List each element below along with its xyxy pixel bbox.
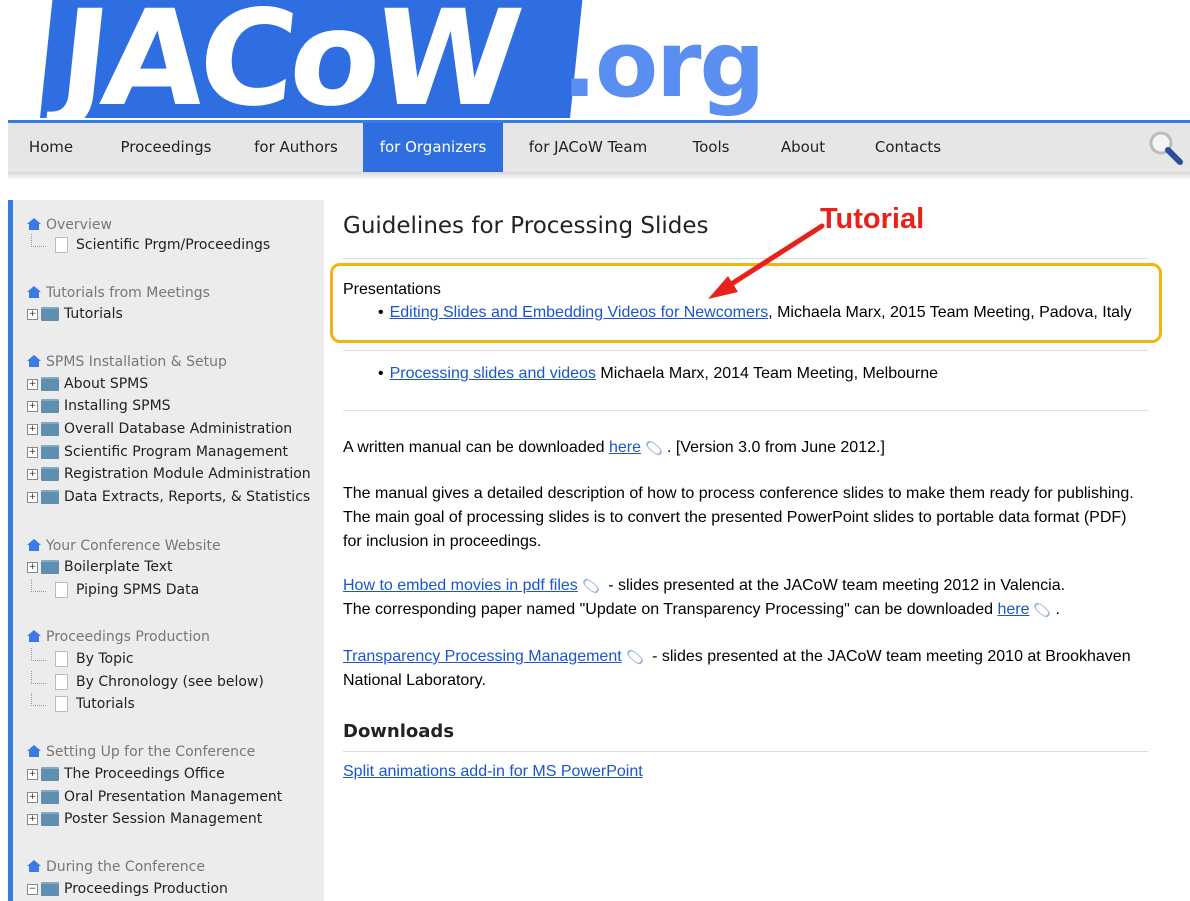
attachment-icon <box>581 576 601 595</box>
sidebar-item-scientific-program-mgmt[interactable]: + Scientific Program Management <box>27 441 288 463</box>
nav-proceedings[interactable]: Proceedings <box>106 123 226 172</box>
section-conference-website[interactable]: Your Conference Website <box>27 536 221 556</box>
annotation-label: Tutorial <box>820 203 925 235</box>
manual-description: The manual gives a detailed description … <box>343 485 1134 550</box>
tpm-line: Transparency Processing Management - sli… <box>343 647 1131 689</box>
downloads-item: Split animations add-in for MS PowerPoin… <box>343 760 1148 784</box>
nav-contacts[interactable]: Contacts <box>858 123 958 172</box>
sidebar-item-by-topic[interactable]: By Topic <box>27 648 134 670</box>
main-nav: Home Proceedings for Authors for Organiz… <box>8 120 1190 172</box>
link-split-animations[interactable]: Split animations add-in for MS PowerPoin… <box>343 763 643 780</box>
link-manual-here[interactable]: here <box>609 439 641 456</box>
sidebar-item-boilerplate-text[interactable]: + Boilerplate Text <box>27 556 173 578</box>
document-icon <box>55 651 68 667</box>
search-icon[interactable] <box>1146 129 1184 167</box>
sidebar-item-scientific-prgm[interactable]: Scientific Prgm/Proceedings <box>27 234 270 256</box>
home-icon <box>27 286 41 298</box>
folder-icon <box>41 560 59 574</box>
folder-icon <box>41 377 59 391</box>
sidebar-item-installing-spms[interactable]: + Installing SPMS <box>27 395 171 417</box>
presentation-item-2: • Processing slides and videos Michaela M… <box>378 365 939 382</box>
nav-shadow <box>8 172 1190 180</box>
expand-icon: + <box>27 791 38 803</box>
expand-icon: + <box>27 423 38 435</box>
expand-icon: + <box>27 400 38 412</box>
sidebar-item-about-spms[interactable]: + About SPMS <box>27 373 148 395</box>
movies-line: How to embed movies in pdf files - slide… <box>343 576 1066 619</box>
folder-icon <box>41 422 59 436</box>
divider <box>343 350 1148 351</box>
folder-icon <box>41 790 59 804</box>
logo-org: .org <box>562 11 765 118</box>
annotation-arrow-icon <box>708 223 825 299</box>
expand-icon: + <box>27 813 38 825</box>
divider <box>343 751 1148 752</box>
section-overview[interactable]: Overview <box>27 215 112 235</box>
logo-jacow: JACoW <box>40 0 583 118</box>
link-paper-here[interactable]: here <box>997 601 1029 618</box>
document-icon <box>55 674 68 690</box>
manual-download-line: A written manual can be downloaded here.… <box>343 438 885 457</box>
section-proceedings-production[interactable]: Proceedings Production <box>27 627 210 647</box>
home-icon <box>27 218 41 230</box>
sidebar-item-tutorials[interactable]: + Tutorials <box>27 303 123 325</box>
home-icon <box>27 860 41 872</box>
sidebar-item-overall-db-admin[interactable]: + Overall Database Administration <box>27 418 292 440</box>
section-setting-up[interactable]: Setting Up for the Conference <box>27 742 255 762</box>
site-logo[interactable]: JACoW .org <box>40 0 765 118</box>
expand-icon: + <box>27 768 38 780</box>
page-title: Guidelines for Processing Slides <box>343 213 709 239</box>
sidebar-item-tutorials-pp[interactable]: Tutorials <box>27 693 135 715</box>
folder-icon <box>41 467 59 481</box>
sidebar-item-oral-presentation[interactable]: + Oral Presentation Management <box>27 786 282 808</box>
sidebar-item-proceedings-office[interactable]: + The Proceedings Office <box>27 763 225 785</box>
attachment-icon <box>625 647 645 666</box>
section-during-conference[interactable]: During the Conference <box>27 857 205 877</box>
home-icon <box>27 630 41 642</box>
folder-icon <box>41 882 59 896</box>
attachment-icon <box>644 438 664 457</box>
home-icon <box>27 539 41 551</box>
folder-icon <box>41 812 59 826</box>
folder-icon <box>41 490 59 504</box>
nav-for-jacow-team[interactable]: for JACoW Team <box>518 123 658 172</box>
downloads-heading: Downloads <box>343 721 455 742</box>
section-spms-installation[interactable]: SPMS Installation & Setup <box>27 352 227 372</box>
sidebar-item-proceedings-production[interactable]: − Proceedings Production <box>27 878 228 900</box>
divider <box>343 410 1148 411</box>
expand-icon: + <box>27 468 38 480</box>
home-icon <box>27 745 41 757</box>
expand-icon: + <box>27 446 38 458</box>
sidebar-item-poster-session[interactable]: + Poster Session Management <box>27 808 262 830</box>
nav-about[interactable]: About <box>768 123 838 172</box>
link-embed-movies[interactable]: How to embed movies in pdf files <box>343 577 578 594</box>
attachment-icon <box>1032 600 1052 619</box>
link-transparency-processing[interactable]: Transparency Processing Management <box>343 648 622 665</box>
document-icon <box>55 696 68 712</box>
nav-for-organizers[interactable]: for Organizers <box>363 123 503 172</box>
nav-tools[interactable]: Tools <box>676 123 746 172</box>
document-icon <box>55 237 68 253</box>
expand-icon: + <box>27 491 38 503</box>
nav-home[interactable]: Home <box>8 123 94 172</box>
nav-for-authors[interactable]: for Authors <box>240 123 352 172</box>
sidebar: Overview Scientific Prgm/Proceedings Tut… <box>8 200 324 901</box>
home-icon <box>27 355 41 367</box>
sidebar-item-by-chronology[interactable]: By Chronology (see below) <box>27 671 264 693</box>
sidebar-item-data-extracts[interactable]: + Data Extracts, Reports, & Statistics <box>27 486 310 508</box>
sidebar-item-registration-module[interactable]: + Registration Module Administration <box>27 463 311 485</box>
folder-icon <box>41 399 59 413</box>
collapse-icon: − <box>27 883 38 895</box>
section-tutorials-from-meetings[interactable]: Tutorials from Meetings <box>27 283 210 303</box>
sidebar-item-piping-spms-data[interactable]: Piping SPMS Data <box>27 579 199 601</box>
link-processing-slides[interactable]: Processing slides and videos <box>390 365 596 382</box>
document-icon <box>55 582 68 598</box>
expand-icon: + <box>27 308 38 320</box>
folder-icon <box>41 307 59 321</box>
expand-icon: + <box>27 378 38 390</box>
expand-icon: + <box>27 561 38 573</box>
folder-icon <box>41 767 59 781</box>
folder-icon <box>41 445 59 459</box>
